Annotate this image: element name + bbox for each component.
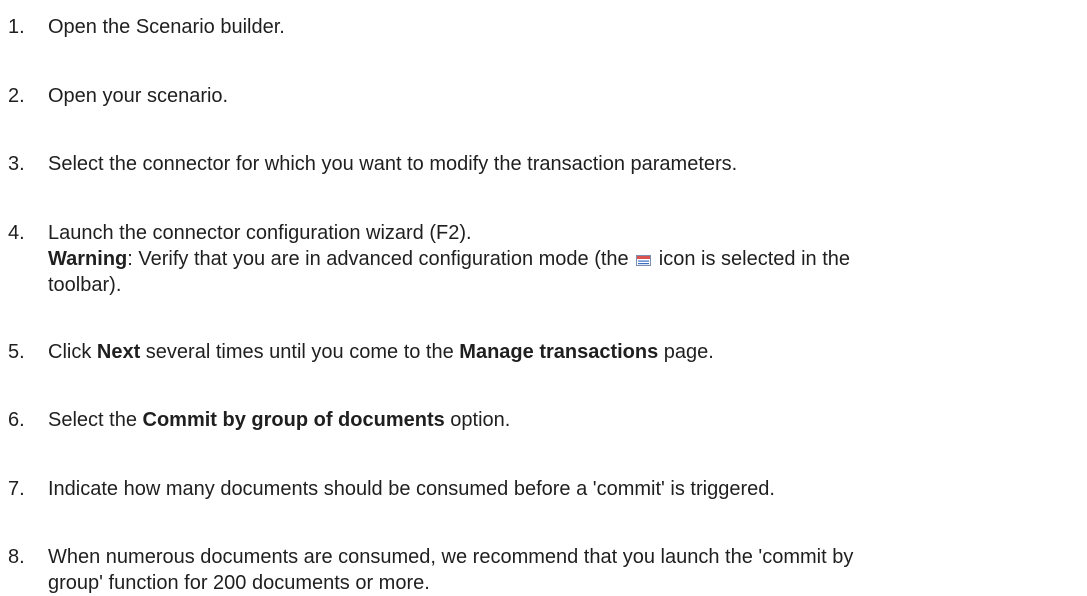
step-text-part: several times until you come to the: [140, 341, 460, 363]
step-number: 3.: [8, 153, 25, 175]
step-text: Open the Scenario builder.: [48, 16, 285, 38]
step-line: When numerous documents are consumed, we…: [48, 546, 854, 568]
step-number: 7.: [8, 478, 25, 500]
warning-line-2: toolbar).: [48, 274, 122, 296]
advanced-mode-icon: [636, 247, 652, 266]
step-text: Indicate how many documents should be co…: [48, 478, 775, 500]
step-text-part: Select the: [48, 409, 143, 431]
step-text: When numerous documents are consumed, we…: [48, 544, 1078, 596]
step-number: 5.: [8, 341, 25, 363]
step-number: 1.: [8, 16, 25, 38]
step-number: 2.: [8, 85, 25, 107]
step-text: Click Next several times until you come …: [48, 339, 1078, 365]
step-number: 8.: [8, 546, 25, 568]
step-text-part: Click: [48, 341, 97, 363]
step-number: 4.: [8, 222, 25, 244]
commit-option-label: Commit by group of documents: [142, 409, 445, 431]
step-text: Select the Commit by group of documents …: [48, 407, 1078, 433]
warning-label: Warning: [48, 248, 128, 270]
step-line: Launch the connector configuration wizar…: [48, 222, 472, 244]
warning-line: Warning: Verify that you are in advanced…: [48, 246, 1078, 272]
step-text: Select the connector for which you want …: [48, 153, 738, 175]
step-text-part: page.: [658, 341, 714, 363]
step-line-2: group' function for 200 documents or mor…: [48, 572, 430, 594]
warning-text: : Verify that you are in advanced config…: [127, 248, 635, 270]
step-text: Open your scenario.: [48, 85, 229, 107]
next-label: Next: [96, 341, 141, 363]
step-text-part: option.: [444, 409, 511, 431]
manage-transactions-label: Manage transactions: [459, 341, 659, 363]
step-text: Launch the connector configuration wizar…: [48, 220, 1078, 298]
instruction-list: 1. Open the Scenario builder. 2. Open yo…: [0, 0, 1087, 594]
warning-text-cont: icon is selected in the: [653, 248, 851, 270]
step-number: 6.: [8, 409, 25, 431]
